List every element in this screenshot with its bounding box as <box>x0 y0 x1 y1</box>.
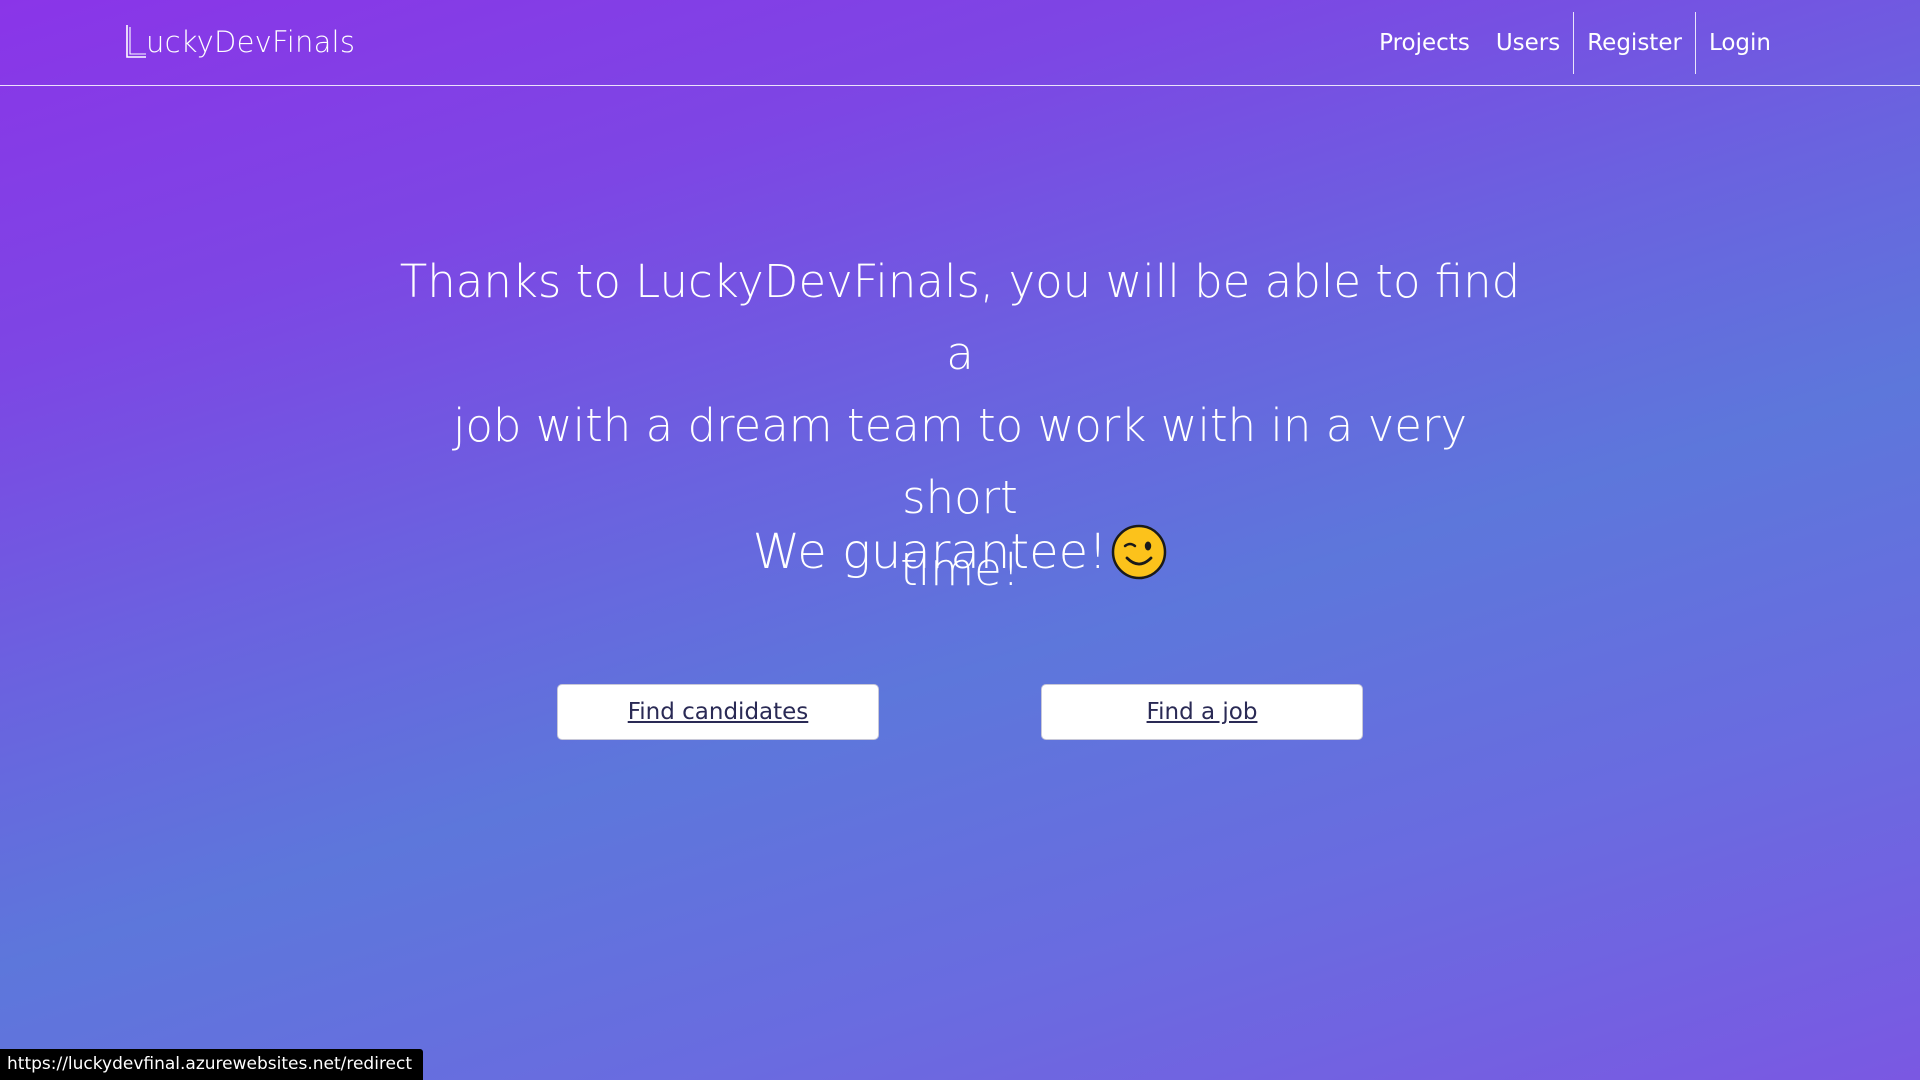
brand-logo-icon <box>126 25 146 58</box>
winking-face-icon <box>1112 524 1167 580</box>
top-navbar: uckyDevFinals Projects Users Register Lo… <box>0 0 1920 86</box>
find-candidates-button[interactable]: Find candidates <box>557 684 879 740</box>
nav-users[interactable]: Users <box>1483 12 1573 74</box>
status-bar-url: https://luckydevfinal.azurewebsites.net/… <box>0 1049 424 1080</box>
find-candidates-label: Find candidates <box>627 699 809 725</box>
nav-register[interactable]: Register <box>1574 12 1695 74</box>
guarantee-heading: We guarantee! <box>0 524 1920 580</box>
find-job-label: Find a job <box>1146 699 1258 725</box>
hero-line-2: job with a dream team to work with in a … <box>452 399 1468 524</box>
nav-projects[interactable]: Projects <box>1366 12 1483 74</box>
find-job-button[interactable]: Find a job <box>1041 684 1363 740</box>
nav-login[interactable]: Login <box>1696 12 1784 74</box>
guarantee-text: We guarantee! <box>752 524 1108 580</box>
hero-line-1: Thanks to LuckyDevFinals, you will be ab… <box>399 255 1521 380</box>
brand-link[interactable]: uckyDevFinals <box>124 22 355 62</box>
nav-links: Projects Users Register Login <box>1366 12 1784 74</box>
brand-name: uckyDevFinals <box>146 25 356 59</box>
